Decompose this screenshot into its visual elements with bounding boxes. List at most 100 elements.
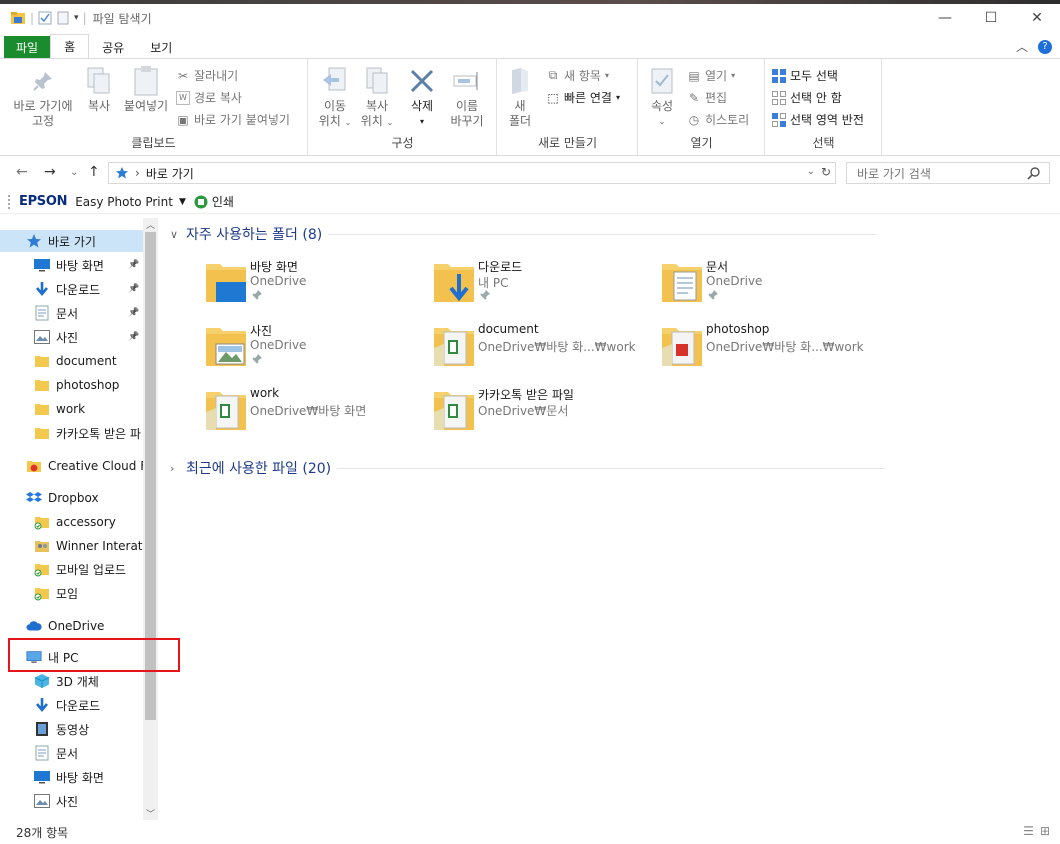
nav-item[interactable]: Dropbox bbox=[0, 487, 158, 509]
epson-dropdown-icon[interactable]: ▼ bbox=[179, 197, 186, 207]
delete-dropdown-icon[interactable]: ▾ bbox=[420, 114, 424, 129]
minimize-icon[interactable]: — bbox=[922, 4, 968, 32]
delete-button[interactable]: 삭제 ▾ bbox=[405, 65, 439, 129]
nav-item[interactable]: Creative Cloud Fil bbox=[0, 455, 158, 477]
copy-to-button[interactable]: 복사 위치 ⌄ bbox=[359, 65, 395, 130]
copy-path-button[interactable]: W 경로 복사 bbox=[176, 89, 242, 106]
properties-dropdown-icon[interactable]: ⌄ bbox=[659, 114, 666, 129]
nav-item[interactable]: 바로 가기 bbox=[0, 230, 143, 252]
pin-quick-access-button[interactable]: 바로 가기에 고정 bbox=[10, 65, 76, 129]
folder-location: OneDrive₩바탕 화...₩work bbox=[706, 340, 864, 354]
history-icon: ◷ bbox=[688, 112, 700, 127]
quick-access-star-icon bbox=[116, 167, 128, 179]
up-arrow-icon[interactable]: ↑ bbox=[88, 164, 100, 180]
epson-app-label[interactable]: Easy Photo Print bbox=[75, 195, 173, 209]
synced-folder-icon bbox=[34, 585, 50, 601]
copy-button[interactable]: 복사 bbox=[82, 65, 116, 114]
nav-item[interactable]: photoshop bbox=[0, 374, 158, 396]
frequent-folder-tile[interactable]: photoshop OneDrive₩바탕 화...₩work bbox=[660, 320, 880, 376]
nav-item[interactable]: 사진 bbox=[0, 790, 158, 812]
nav-item[interactable]: 문서 bbox=[0, 742, 158, 764]
frequent-folder-tile[interactable]: 다운로드 내 PC bbox=[432, 256, 652, 312]
nav-item[interactable]: document bbox=[0, 350, 158, 372]
frequent-folder-tile[interactable]: 바탕 화면 OneDrive bbox=[204, 256, 424, 312]
expand-chevron-icon[interactable]: › bbox=[170, 462, 180, 475]
frequent-folder-tile[interactable]: 사진 OneDrive bbox=[204, 320, 424, 376]
scroll-down-icon[interactable]: ﹀ bbox=[146, 807, 155, 820]
frequent-folder-tile[interactable]: 카카오톡 받은 파일 OneDrive₩문서 bbox=[432, 384, 652, 440]
tab-file[interactable]: 파일 bbox=[4, 36, 51, 58]
tab-share[interactable]: 공유 bbox=[89, 36, 137, 58]
refresh-icon[interactable]: ↻ bbox=[821, 165, 831, 179]
large-icons-view-icon[interactable]: ⊞ bbox=[1040, 824, 1050, 838]
frequent-folders-header[interactable]: ∨ 자주 사용하는 폴더 (8) bbox=[170, 224, 877, 244]
nav-item[interactable]: Winner Interatio bbox=[0, 535, 158, 557]
nav-item[interactable]: work bbox=[0, 398, 158, 420]
move-to-button[interactable]: 이동 위치 ⌄ bbox=[317, 65, 353, 130]
pin-icon bbox=[708, 290, 718, 303]
nav-item[interactable]: accessory bbox=[0, 511, 158, 533]
easy-access-button[interactable]: ⬚ 빠른 연결 ▾ bbox=[546, 89, 620, 106]
forward-arrow-icon[interactable]: → bbox=[44, 164, 56, 180]
invert-selection-icon bbox=[772, 112, 786, 127]
move-label-1: 이동 bbox=[323, 99, 347, 113]
paste-button[interactable]: 붙여넣기 bbox=[120, 65, 172, 114]
pin-icon bbox=[480, 290, 490, 303]
nav-item[interactable]: 모임 bbox=[0, 582, 158, 604]
nav-item[interactable]: 동영상 bbox=[0, 718, 158, 740]
nav-item[interactable]: 바탕 화면 bbox=[0, 766, 158, 788]
toolbar-grip[interactable] bbox=[8, 194, 11, 209]
select-all-button[interactable]: 모두 선택 bbox=[772, 67, 838, 84]
open-button[interactable]: ▤ 열기 ▾ bbox=[687, 67, 735, 84]
properties-check-icon[interactable] bbox=[38, 11, 52, 25]
nav-item[interactable]: 3D 개체 bbox=[0, 670, 158, 692]
frequent-folder-tile[interactable]: 문서 OneDrive bbox=[660, 256, 880, 312]
new-folder-small-icon[interactable] bbox=[56, 11, 70, 25]
nav-item[interactable]: 다운로드 bbox=[0, 694, 158, 716]
new-folder-button[interactable]: 새 폴더 bbox=[504, 65, 536, 129]
nav-item[interactable]: 다운로드 📌 bbox=[0, 278, 158, 300]
nav-item[interactable]: 카카오톡 받은 파 bbox=[0, 422, 158, 444]
properties-button[interactable]: 속성 ⌄ bbox=[645, 65, 679, 129]
address-dropdown-icon[interactable]: ⌄ bbox=[807, 166, 815, 177]
recent-files-header[interactable]: › 최근에 사용한 파일 (20) bbox=[170, 458, 886, 478]
history-button[interactable]: ◷ 히스토리 bbox=[687, 111, 749, 128]
nav-item[interactable]: OneDrive bbox=[0, 615, 158, 637]
frequent-folder-tile[interactable]: document OneDrive₩바탕 화...₩work bbox=[432, 320, 652, 376]
paste-shortcut-button[interactable]: ▣ 바로 가기 붙여넣기 bbox=[176, 111, 290, 128]
pin-label-2: 고정 bbox=[31, 114, 55, 128]
customize-dropdown-icon[interactable]: ▾ bbox=[74, 13, 79, 23]
back-arrow-icon[interactable]: ← bbox=[16, 164, 28, 180]
nav-item[interactable]: 바탕 화면 📌 bbox=[0, 254, 158, 276]
select-none-button[interactable]: 선택 안 함 bbox=[772, 89, 842, 106]
address-bar[interactable]: › 바로 가기 ⌄ ↻ bbox=[108, 162, 836, 184]
details-view-icon[interactable]: ☰ bbox=[1023, 824, 1034, 838]
nav-item[interactable]: 문서 📌 bbox=[0, 302, 158, 324]
tab-home[interactable]: 홈 bbox=[50, 34, 90, 58]
invert-selection-button[interactable]: 선택 영역 반전 bbox=[772, 111, 864, 128]
nav-item[interactable]: 모바일 업로드 bbox=[0, 558, 158, 580]
maximize-icon[interactable]: ☐ bbox=[968, 4, 1014, 32]
new-item-button[interactable]: ⧉ 새 항목 ▾ bbox=[546, 67, 609, 84]
collapse-ribbon-icon[interactable]: ︿ bbox=[1016, 38, 1028, 55]
edit-button[interactable]: ✎ 편집 bbox=[687, 89, 727, 106]
folder-name: document bbox=[478, 322, 539, 336]
scroll-up-icon[interactable]: ︿ bbox=[146, 218, 155, 231]
search-input[interactable]: 바로 가기 검색 bbox=[846, 162, 1050, 184]
nav-item[interactable]: 사진 📌 bbox=[0, 326, 158, 348]
help-icon[interactable]: ? bbox=[1038, 39, 1052, 54]
desktop-folder-icon bbox=[204, 258, 248, 302]
address-path[interactable]: 바로 가기 bbox=[146, 165, 194, 182]
cut-button[interactable]: ✂ 잘라내기 bbox=[176, 67, 238, 84]
desktop-icon bbox=[34, 257, 50, 273]
rename-button[interactable]: 이름 바꾸기 bbox=[447, 65, 487, 129]
tab-view[interactable]: 보기 bbox=[137, 36, 185, 58]
nav-scrollbar[interactable]: ︿ ﹀ bbox=[143, 218, 158, 820]
recent-locations-icon[interactable]: ⌄ bbox=[70, 167, 78, 178]
search-icon[interactable] bbox=[1027, 166, 1041, 180]
collapse-chevron-icon[interactable]: ∨ bbox=[170, 228, 180, 241]
frequent-folder-tile[interactable]: work OneDrive₩바탕 화면 bbox=[204, 384, 424, 440]
epson-print-button[interactable]: 인쇄 bbox=[194, 193, 234, 210]
close-icon[interactable]: ✕ bbox=[1014, 4, 1060, 32]
window-title: 파일 탐색기 bbox=[92, 11, 152, 26]
